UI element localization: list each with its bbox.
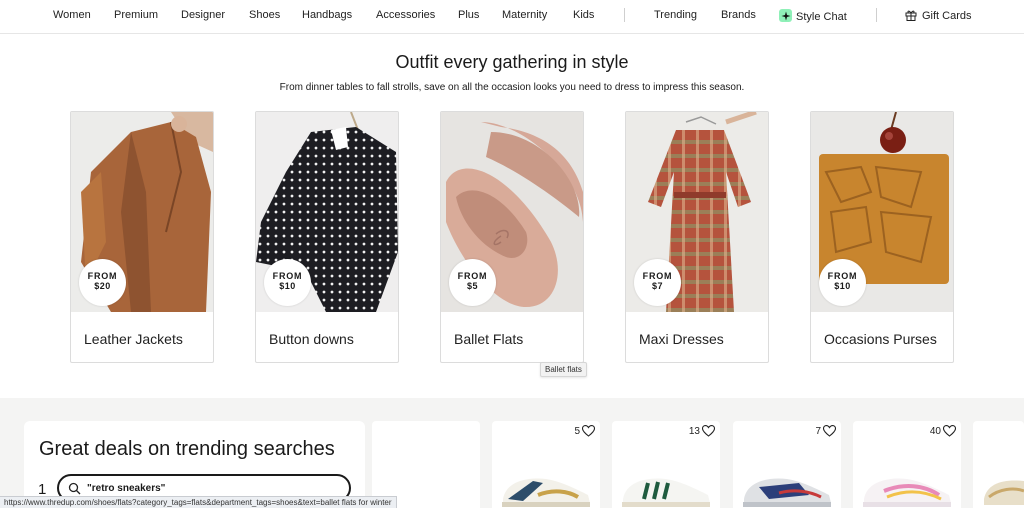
price-badge-value: $7 <box>651 281 663 291</box>
heart-icon <box>942 425 957 437</box>
category-card-button-downs[interactable]: FROM $10 Button downs <box>255 111 399 363</box>
category-label: Button downs <box>269 331 354 347</box>
nav-maternity[interactable]: Maternity <box>502 9 547 21</box>
gift-icon <box>905 10 917 21</box>
category-card-ballet-flats[interactable]: FROM $5 Ballet Flats <box>440 111 584 363</box>
sparkle-icon <box>779 9 792 22</box>
category-card-occasions-purses[interactable]: FROM $10 Occasions Purses <box>810 111 954 363</box>
section-subtitle: From dinner tables to fall strolls, save… <box>279 82 745 93</box>
nav-brands[interactable]: Brands <box>721 9 756 21</box>
favorite-button[interactable]: 7 <box>815 425 837 437</box>
favorite-count: 5 <box>574 426 580 437</box>
category-label: Maxi Dresses <box>639 331 724 347</box>
nav-kids[interactable]: Kids <box>573 9 594 21</box>
price-badge: FROM $10 <box>264 259 311 306</box>
heart-icon <box>822 425 837 437</box>
favorite-button[interactable]: 13 <box>688 425 716 437</box>
price-badge-value: $20 <box>94 281 111 291</box>
nav-designer[interactable]: Designer <box>181 9 225 21</box>
style-chat-label: Style Chat <box>796 11 847 23</box>
section-title: Outfit every gathering in style <box>395 52 629 72</box>
nav-handbags[interactable]: Handbags <box>302 9 352 21</box>
gift-cards-label: Gift Cards <box>922 10 972 22</box>
price-badge-value: $10 <box>279 281 296 291</box>
price-badge-value: $5 <box>466 281 478 291</box>
status-bar-url: https://www.thredup.com/shoes/flats?cate… <box>0 496 397 508</box>
sneaker-image <box>622 478 710 507</box>
price-badge: FROM $20 <box>79 259 126 306</box>
favorite-count: 13 <box>688 426 700 437</box>
price-badge-from: FROM <box>642 271 673 281</box>
nav-divider <box>624 8 625 22</box>
product-card-partial[interactable] <box>973 421 1024 521</box>
sneaker-image <box>863 478 951 507</box>
heart-icon <box>701 425 716 437</box>
sneaker-image <box>743 478 831 507</box>
tooltip: Ballet flats <box>540 362 587 377</box>
top-nav: Women Premium Designer Shoes Handbags Ac… <box>0 0 1024 34</box>
category-label: Ballet Flats <box>454 331 524 347</box>
nav-gift-cards[interactable]: Gift Cards <box>905 9 972 22</box>
price-badge: FROM $5 <box>449 259 496 306</box>
trending-title: Great deals on trending searches <box>39 438 335 460</box>
search-icon <box>68 482 81 495</box>
nav-women[interactable]: Women <box>53 9 91 21</box>
price-badge-from: FROM <box>87 271 118 281</box>
nav-trending[interactable]: Trending <box>654 9 697 21</box>
category-label: Occasions Purses <box>824 331 937 347</box>
price-badge-from: FROM <box>272 271 303 281</box>
sneaker-image <box>502 478 590 507</box>
nav-divider-2 <box>876 8 877 22</box>
heart-icon <box>581 425 596 437</box>
favorite-button[interactable]: 40 <box>929 425 957 437</box>
category-card-leather-jackets[interactable]: FROM $20 Leather Jackets <box>70 111 214 363</box>
price-badge-from: FROM <box>457 271 488 281</box>
nav-plus[interactable]: Plus <box>458 9 479 21</box>
nav-premium[interactable]: Premium <box>114 9 158 21</box>
favorite-count: 7 <box>815 426 821 437</box>
nav-accessories[interactable]: Accessories <box>376 9 435 21</box>
nav-shoes[interactable]: Shoes <box>249 9 280 21</box>
product-card[interactable]: 13 <box>612 421 720 521</box>
search-query: "retro sneakers" <box>87 483 166 494</box>
category-card-maxi-dresses[interactable]: FROM $7 Maxi Dresses <box>625 111 769 363</box>
price-badge-value: $10 <box>834 281 851 291</box>
favorite-button[interactable]: 5 <box>574 425 596 437</box>
price-badge: FROM $7 <box>634 259 681 306</box>
product-card[interactable]: 5 <box>492 421 600 521</box>
nav-style-chat[interactable]: Style Chat <box>779 9 847 23</box>
product-card[interactable]: 40 <box>853 421 961 521</box>
favorite-count: 40 <box>929 426 941 437</box>
price-badge-from: FROM <box>827 271 858 281</box>
product-card[interactable]: 7 <box>733 421 841 521</box>
category-label: Leather Jackets <box>84 331 183 347</box>
price-badge: FROM $10 <box>819 259 866 306</box>
sneaker-image <box>984 480 1024 505</box>
